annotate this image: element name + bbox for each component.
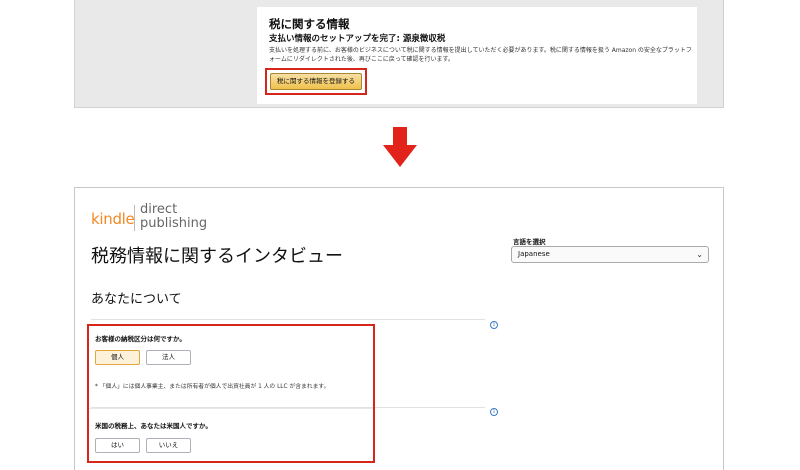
- tax-info-subheading: 支払い情報のセットアップを完了: 源泉徴収税: [269, 34, 446, 44]
- logo-divider: [134, 205, 135, 231]
- divider: [91, 319, 485, 320]
- register-button-highlight: 税に関する情報を登録する: [265, 68, 367, 95]
- tax-info-panel: 税に関する情報 支払い情報のセットアップを完了: 源泉徴収税 支払いを処理する前…: [74, 0, 724, 108]
- language-selected-value: Japanese: [518, 250, 550, 258]
- divider: [89, 408, 373, 409]
- tax-info-description: 支払いを処理する前に、お客様のビジネスについて税に関する情報を提出していただく必…: [269, 47, 692, 63]
- no-option-button[interactable]: いいえ: [146, 438, 191, 453]
- question-us-person-label: 米国の税務上、あなたは米国人ですか。: [95, 422, 212, 430]
- language-label: 言語を選択: [513, 238, 546, 246]
- question-tax-class-label: お客様の納税区分は何ですか。: [95, 335, 186, 343]
- info-icon[interactable]: i: [490, 408, 498, 416]
- info-icon[interactable]: i: [490, 321, 498, 329]
- logo-direct-text: direct: [140, 202, 178, 217]
- yes-option-button[interactable]: はい: [95, 438, 140, 453]
- tax-info-heading: 税に関する情報: [269, 17, 350, 31]
- individual-note: * 「個人」には個人事業主、または所有者が個人で出資社員が 1 人の LLC が…: [95, 384, 330, 390]
- tax-interview-panel: kindle direct publishing 税務情報に関するインタビュー …: [74, 187, 724, 470]
- tax-info-card: 税に関する情報 支払い情報のセットアップを完了: 源泉徴収税 支払いを処理する前…: [257, 7, 697, 104]
- corporation-option-button[interactable]: 法人: [146, 350, 191, 365]
- page-title: 税務情報に関するインタビュー: [91, 246, 343, 267]
- individual-option-button[interactable]: 個人: [95, 350, 140, 365]
- chevron-down-icon: ⌄: [696, 250, 703, 259]
- logo-kindle-text: kindle: [91, 210, 135, 228]
- language-select[interactable]: Japanese ⌄: [511, 246, 709, 263]
- arrow-down-icon: [383, 127, 417, 167]
- questions-highlight: お客様の納税区分は何ですか。 個人 法人 * 「個人」には個人事業主、または所有…: [87, 324, 375, 463]
- section-title: あなたについて: [91, 292, 182, 307]
- register-tax-info-button[interactable]: 税に関する情報を登録する: [270, 73, 362, 90]
- logo-publishing-text: publishing: [140, 216, 208, 231]
